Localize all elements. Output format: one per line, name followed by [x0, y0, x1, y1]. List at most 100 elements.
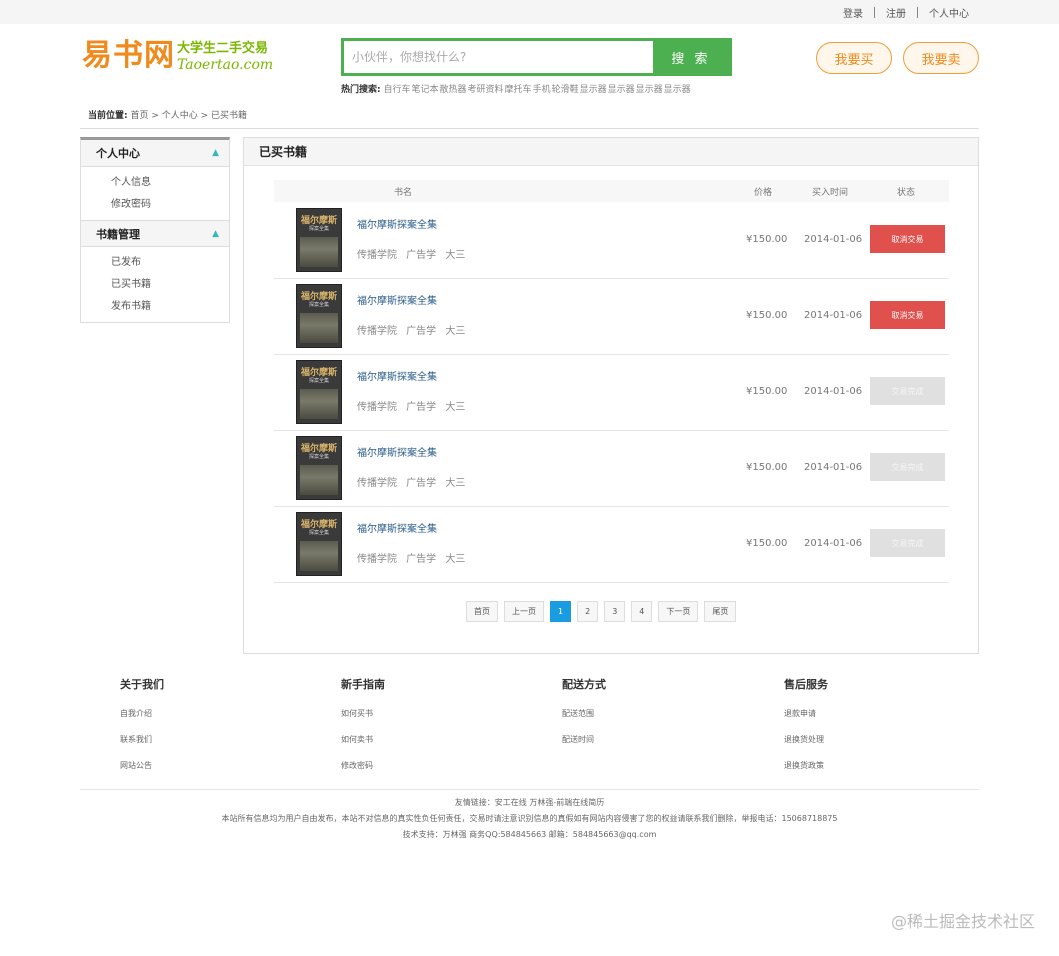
sidebar-group-title: 书籍管理 [96, 227, 140, 241]
footer-link[interactable]: 如何卖书 [341, 734, 385, 760]
cover-art [300, 541, 338, 571]
pager-page-1[interactable]: 1 [550, 601, 572, 622]
purchase-date: 2014-01-06 [804, 538, 863, 549]
book-title[interactable]: 福尔摩斯探案全集 [357, 368, 437, 383]
cover-art [300, 465, 338, 495]
hot-search-word[interactable]: 显示器 [608, 85, 635, 95]
footer-link[interactable]: 退换货政策 [784, 760, 828, 786]
footer-link[interactable]: 自我介绍 [120, 708, 164, 734]
footer-link[interactable]: 修改密码 [341, 760, 385, 786]
footer-column-title: 关于我们 [120, 678, 164, 691]
panel-title: 已买书籍 [244, 138, 978, 166]
sidebar-item-change-password[interactable]: 修改密码 [111, 194, 229, 216]
pager-page-3[interactable]: 3 [604, 601, 626, 622]
sell-button[interactable]: 我要卖 [903, 42, 979, 74]
footer-link[interactable]: 配送时间 [562, 734, 606, 760]
breadcrumb-path[interactable]: 首页 > 个人中心 > 已买书籍 [130, 111, 247, 121]
breadcrumb: 当前位置: 首页 > 个人中心 > 已买书籍 [88, 108, 247, 121]
logo-domain: Taoertao.com [177, 57, 274, 73]
search-input[interactable] [344, 41, 653, 73]
book-title[interactable]: 福尔摩斯探案全集 [357, 292, 437, 307]
friend-links[interactable]: 友情链接：安工在线 万林强-前端在线简历 [80, 795, 979, 811]
footer-notice: 本站所有信息均为用户自由发布，本站不对信息的真实性负任何责任，交易时请注意识别信… [221, 814, 838, 823]
book-cover[interactable]: 福尔摩斯 探案全集 [296, 208, 342, 272]
divider [80, 128, 979, 129]
sidebar-item-bought-books[interactable]: 已买书籍 [111, 274, 229, 296]
footer-link[interactable]: 如何买书 [341, 708, 385, 734]
hot-search-word[interactable]: 显示器 [580, 85, 607, 95]
pager-page-2[interactable]: 2 [577, 601, 599, 622]
book-cover[interactable]: 福尔摩斯 探案全集 [296, 284, 342, 348]
footer-link[interactable]: 网站公告 [120, 760, 164, 786]
purchase-date: 2014-01-06 [804, 234, 863, 245]
top-bar: 登录 注册 个人中心 [0, 0, 1059, 24]
personal-center-link[interactable]: 个人中心 [929, 5, 969, 20]
hot-search-word[interactable]: 轮滑鞋 [552, 85, 579, 95]
logo-sub: 大学生二手交易 Taoertao.com [177, 38, 273, 73]
hot-search-word[interactable]: 散热器 [440, 85, 467, 95]
hot-search-word[interactable]: 笔记本 [412, 85, 439, 95]
chevron-up-icon: ▲ [212, 148, 219, 158]
register-link[interactable]: 注册 [886, 5, 906, 20]
watermark: @稀土掘金技术社区 [890, 912, 1035, 931]
table-row: 福尔摩斯 探案全集 福尔摩斯探案全集 传播学院 广告学 大三 ¥150.00 2014-0… [274, 507, 949, 583]
footer-link[interactable]: 配送范围 [562, 708, 606, 734]
hot-search-word[interactable]: 显示器 [664, 85, 691, 95]
trade-complete-button: 交易完成 [870, 529, 945, 557]
cancel-trade-button[interactable]: 取消交易 [870, 225, 945, 253]
hot-search-word[interactable]: 自行车 [383, 85, 410, 95]
sidebar-items-books: 已发布 已买书籍 发布书籍 [81, 247, 229, 322]
sidebar-group-personal[interactable]: 个人中心 ▲ [81, 140, 229, 167]
pager-page-4[interactable]: 4 [631, 601, 653, 622]
sidebar-item-publish-book[interactable]: 发布书籍 [111, 296, 229, 318]
book-title[interactable]: 福尔摩斯探案全集 [357, 216, 437, 231]
pager-first[interactable]: 首页 [466, 601, 498, 622]
book-title[interactable]: 福尔摩斯探案全集 [357, 444, 437, 459]
book-cover[interactable]: 福尔摩斯 探案全集 [296, 512, 342, 576]
hot-search-word[interactable]: 显示器 [636, 85, 663, 95]
book-price: ¥150.00 [746, 386, 788, 397]
pager-prev[interactable]: 上一页 [504, 601, 544, 622]
footer-link[interactable]: 联系我们 [120, 734, 164, 760]
footer-column: 关于我们自我介绍 联系我们 网站公告 [120, 676, 164, 786]
login-link[interactable]: 登录 [843, 5, 863, 20]
table-row: 福尔摩斯 探案全集 福尔摩斯探案全集 传播学院 广告学 大三 ¥150.00 2014-0… [274, 203, 949, 279]
purchase-date: 2014-01-06 [804, 462, 863, 473]
hot-search-word[interactable]: 考研资料 [468, 85, 504, 95]
purchase-date: 2014-01-06 [804, 310, 863, 321]
hot-search-word[interactable]: 手机 [533, 85, 551, 95]
cover-art [300, 389, 338, 419]
table-row: 福尔摩斯 探案全集 福尔摩斯探案全集 传播学院 广告学 大三 ¥150.00 2014-0… [274, 279, 949, 355]
cancel-trade-button[interactable]: 取消交易 [870, 301, 945, 329]
book-price: ¥150.00 [746, 462, 788, 473]
book-meta: 传播学院 广告学 大三 [357, 250, 466, 261]
footer-link[interactable]: 退换货处理 [784, 734, 828, 760]
hot-search-word[interactable]: 摩托车 [505, 85, 532, 95]
buy-button[interactable]: 我要买 [816, 42, 892, 74]
table-header: 书名 价格 买入时间 状态 [274, 180, 949, 202]
sidebar-group-books[interactable]: 书籍管理 ▲ [81, 220, 229, 247]
book-meta: 传播学院 广告学 大三 [357, 326, 466, 337]
sidebar-item-personal-info[interactable]: 个人信息 [111, 172, 229, 194]
search-button[interactable]: 搜 索 [653, 41, 729, 73]
book-title[interactable]: 福尔摩斯探案全集 [357, 520, 437, 535]
trade-complete-button: 交易完成 [870, 453, 945, 481]
sidebar: 个人中心 ▲ 个人信息 修改密码 书籍管理 ▲ 已发布 已买书籍 发布书籍 [80, 137, 230, 323]
book-meta: 传播学院 广告学 大三 [357, 402, 466, 413]
footer-column-title: 新手指南 [341, 678, 385, 691]
pager-next[interactable]: 下一页 [658, 601, 699, 622]
column-header-price: 价格 [754, 188, 773, 198]
book-cover[interactable]: 福尔摩斯 探案全集 [296, 436, 342, 500]
footer-column-title: 配送方式 [562, 678, 606, 691]
book-price: ¥150.00 [746, 538, 788, 549]
footer-column-title: 售后服务 [784, 678, 828, 691]
pager-pages: 1234 [550, 601, 658, 622]
book-cover[interactable]: 福尔摩斯 探案全集 [296, 360, 342, 424]
footer-link[interactable]: 退款申请 [784, 708, 828, 734]
pager-last[interactable]: 尾页 [704, 601, 737, 622]
site-logo[interactable]: 易书网 大学生二手交易 Taoertao.com [82, 38, 273, 74]
sidebar-group-title: 个人中心 [96, 147, 140, 160]
trade-complete-button: 交易完成 [870, 377, 945, 405]
sidebar-item-published[interactable]: 已发布 [111, 252, 229, 274]
cover-subtitle: 探案全集 [308, 454, 329, 460]
